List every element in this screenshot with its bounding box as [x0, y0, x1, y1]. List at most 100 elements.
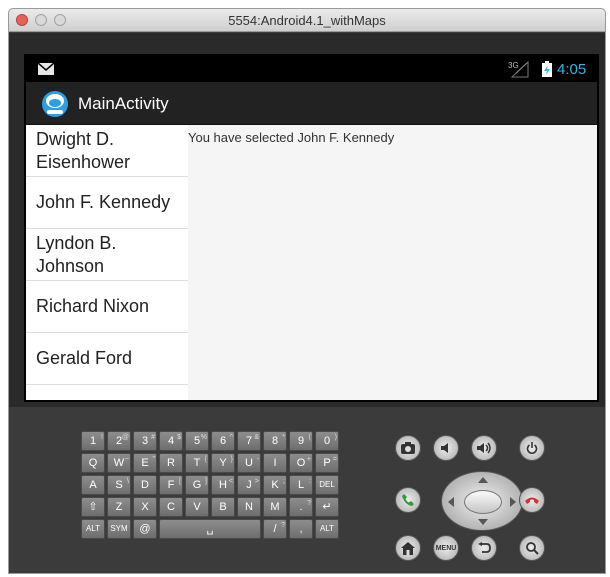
at-key[interactable]: @: [133, 519, 157, 539]
device-screen: 3G 4:05 MainActivity Dwight D. Eisenhowe…: [24, 54, 599, 402]
key[interactable]: S \: [107, 475, 131, 495]
key[interactable]: 2 @: [107, 431, 131, 451]
key[interactable]: 5%: [185, 431, 209, 451]
network-type-label: 3G: [508, 61, 519, 70]
key[interactable]: G]: [185, 475, 209, 495]
key[interactable]: B: [211, 497, 235, 517]
battery-icon: [542, 61, 552, 77]
window-title: 5554:Android4.1_withMaps: [228, 13, 386, 28]
president-list: Dwight D. Eisenhower John F. Kennedy Lyn…: [26, 125, 188, 400]
status-bar: 3G 4:05: [26, 56, 597, 82]
dpad-left-icon[interactable]: [448, 497, 454, 507]
key[interactable]: O +: [289, 453, 313, 473]
back-button[interactable]: [471, 535, 497, 561]
key[interactable]: H <: [211, 475, 235, 495]
selection-text: You have selected John F. Kennedy: [188, 130, 395, 145]
volume-down-button[interactable]: [433, 435, 459, 461]
slash-key[interactable]: /?: [263, 519, 287, 539]
status-clock: 4:05: [557, 61, 587, 78]
call-button[interactable]: [395, 487, 421, 513]
volume-down-icon: [441, 443, 448, 453]
action-bar: MainActivity: [26, 82, 597, 125]
key[interactable]: U-: [237, 453, 261, 473]
key[interactable]: M: [263, 497, 287, 517]
key[interactable]: 4 $: [159, 431, 183, 451]
key[interactable]: P =: [315, 453, 339, 473]
dpad-down-icon[interactable]: [478, 519, 488, 525]
list-item[interactable]: Gerald Ford: [26, 333, 188, 385]
sym-key[interactable]: SYM: [107, 519, 131, 539]
emulator-window: 5554:Android4.1_withMaps 3G 4:05 MainAct…: [8, 8, 606, 574]
alt-key-left[interactable]: ALT: [81, 519, 105, 539]
keyboard-row-zxcv: ⇧ Z X C V B N M .? ↵: [81, 497, 351, 517]
key[interactable]: N: [237, 497, 261, 517]
detail-pane: You have selected John F. Kennedy: [188, 125, 597, 400]
key[interactable]: A: [81, 475, 105, 495]
key[interactable]: W ~: [107, 453, 131, 473]
key[interactable]: 3 #: [133, 431, 157, 451]
dpad-center-button[interactable]: [464, 490, 502, 514]
camera-icon: [401, 442, 415, 454]
list-item-label: Gerald Ford: [36, 348, 133, 368]
key[interactable]: 1!: [81, 431, 105, 451]
volume-up-button[interactable]: [471, 435, 497, 461]
key[interactable]: 0): [315, 431, 339, 451]
comma-key[interactable]: ,: [289, 519, 313, 539]
key[interactable]: Z: [107, 497, 131, 517]
mail-icon: [38, 63, 54, 75]
dpad-up-icon[interactable]: [478, 477, 488, 483]
list-item[interactable]: John F. Kennedy: [26, 177, 188, 229]
end-call-button[interactable]: [519, 487, 545, 513]
alt-key-right[interactable]: ALT: [315, 519, 339, 539]
key[interactable]: X: [133, 497, 157, 517]
space-key[interactable]: ␣: [159, 519, 261, 539]
device-frame: 3G 4:05 MainActivity Dwight D. Eisenhowe…: [9, 33, 605, 407]
menu-button[interactable]: MENU: [433, 535, 459, 561]
list-item-label: Dwight D. Eisenhower: [36, 128, 131, 172]
keyboard-row-qwerty: Q W ~ E " R T{ Y} U- I O + P =: [81, 453, 351, 473]
key[interactable]: F[: [159, 475, 183, 495]
list-item[interactable]: Lyndon B. Johnson: [26, 229, 188, 281]
enter-key[interactable]: ↵: [315, 497, 339, 517]
key[interactable]: T{: [185, 453, 209, 473]
key[interactable]: 7 &: [237, 431, 261, 451]
key[interactable]: Y}: [211, 453, 235, 473]
delete-key[interactable]: DEL: [315, 475, 339, 495]
keyboard-row-numbers: 1! 2 @ 3 # 4 $ 5% 6 ^ 7 & 8 * 9( 0): [81, 431, 351, 451]
key[interactable]: K;: [263, 475, 287, 495]
directional-pad[interactable]: [441, 471, 523, 531]
key[interactable]: I: [263, 453, 287, 473]
keyboard-row-bottom: ALT SYM @ ␣ /? , ALT: [81, 519, 351, 539]
camera-button[interactable]: [395, 435, 421, 461]
key[interactable]: 6 ^: [211, 431, 235, 451]
key[interactable]: 8 *: [263, 431, 287, 451]
dpad-right-icon[interactable]: [510, 497, 516, 507]
shift-key[interactable]: ⇧: [81, 497, 105, 517]
call-icon: [402, 494, 414, 506]
signal-3g-icon: 3G: [508, 60, 529, 78]
key[interactable]: L:: [289, 475, 313, 495]
key[interactable]: C: [159, 497, 183, 517]
power-button[interactable]: [519, 435, 545, 461]
window-titlebar: 5554:Android4.1_withMaps: [9, 9, 605, 32]
key[interactable]: E ": [133, 453, 157, 473]
app-launcher-icon[interactable]: [40, 90, 70, 118]
key[interactable]: Q: [81, 453, 105, 473]
key[interactable]: .?: [289, 497, 313, 517]
key[interactable]: J >: [237, 475, 261, 495]
main-content: Dwight D. Eisenhower John F. Kennedy Lyn…: [26, 125, 597, 400]
key[interactable]: V: [185, 497, 209, 517]
keyboard-row-asdf: A S \ D F[ G] H < J > K; L: DEL: [81, 475, 351, 495]
list-item[interactable]: Richard Nixon: [26, 281, 188, 333]
key[interactable]: 9(: [289, 431, 313, 451]
end-call-icon: [525, 497, 539, 504]
search-button[interactable]: [519, 535, 545, 561]
menu-icon: MENU: [435, 544, 457, 552]
key[interactable]: R: [159, 453, 183, 473]
list-item[interactable]: Dwight D. Eisenhower: [26, 125, 188, 177]
power-icon: [526, 442, 538, 454]
key[interactable]: D: [133, 475, 157, 495]
emulator-controls: 1! 2 @ 3 # 4 $ 5% 6 ^ 7 & 8 * 9( 0) Q W ~ E " R …: [9, 407, 605, 573]
search-icon: [525, 541, 539, 555]
home-button[interactable]: [395, 535, 421, 561]
